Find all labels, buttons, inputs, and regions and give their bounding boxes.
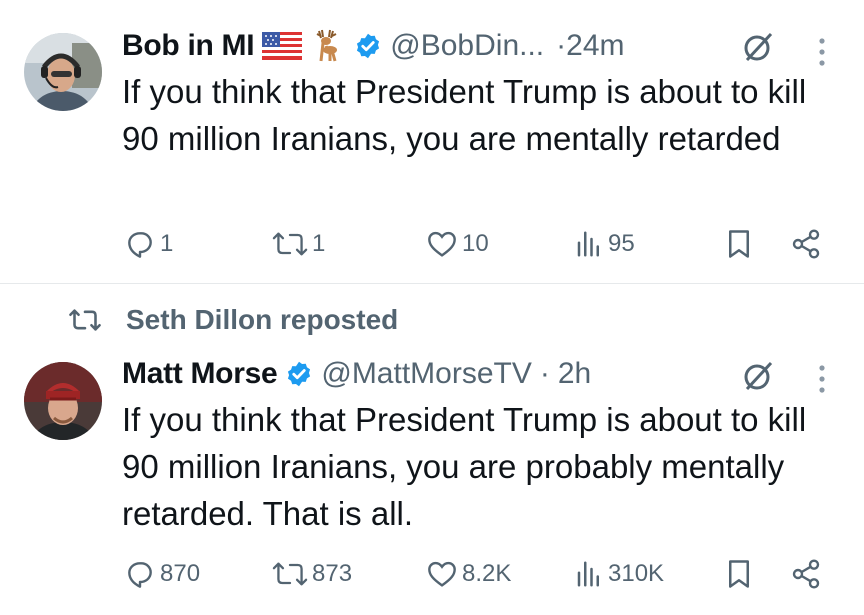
bookmark-icon (729, 230, 749, 258)
tweet-bob[interactable]: Bob in MI @BobDin... · 24m If you think … (0, 0, 864, 284)
action-bar: 1 1 10 95 (0, 224, 864, 264)
repost-button[interactable]: 1 (272, 224, 325, 264)
more-icon[interactable] (817, 37, 827, 67)
views-icon (577, 231, 599, 257)
reply-button[interactable]: 1 (124, 224, 173, 264)
views-icon (577, 561, 599, 587)
display-name[interactable]: Bob in MI (122, 29, 255, 63)
tweet-header: Matt Morse @MattMorseTV · 2h (122, 354, 822, 394)
share-button[interactable] (790, 224, 822, 264)
display-name[interactable]: Matt Morse (122, 357, 278, 391)
like-count: 10 (462, 230, 489, 257)
views-button[interactable]: 310K (574, 554, 664, 594)
handle[interactable]: @MattMorseTV (321, 357, 531, 391)
timestamp[interactable]: 24m (566, 29, 624, 63)
verified-badge-icon (288, 361, 311, 387)
avatar-bob[interactable] (24, 33, 102, 111)
verified-badge-icon (357, 33, 380, 59)
view-count: 95 (608, 230, 635, 257)
grok-icon[interactable] (741, 359, 775, 393)
action-bar: 870 873 8.2K 310K (0, 554, 864, 594)
tweet-header: Bob in MI @BobDin... · 24m (122, 26, 822, 66)
reply-icon (128, 232, 152, 258)
separator-dot: · (539, 357, 550, 390)
like-button[interactable]: 8.2K (426, 554, 511, 594)
repost-label: Seth Dillon reposted (126, 304, 399, 335)
repost-icon (69, 309, 101, 331)
deer-icon (310, 28, 346, 64)
repost-button[interactable]: 873 (272, 554, 352, 594)
grok-icon[interactable] (741, 30, 775, 64)
reply-icon (128, 562, 152, 588)
avatar-matt[interactable] (24, 362, 102, 440)
separator-dot: · (556, 29, 567, 62)
reply-count: 870 (160, 560, 201, 587)
bookmark-icon (729, 560, 749, 588)
tweet-text: If you think that President Trump is abo… (122, 73, 807, 157)
repost-count: 873 (312, 560, 353, 587)
bookmark-button[interactable] (724, 224, 754, 264)
reply-count: 1 (160, 230, 174, 257)
view-count: 310K (608, 560, 665, 587)
us-flag-icon (262, 32, 303, 60)
timestamp[interactable]: 2h (558, 357, 591, 391)
tweet-text: If you think that President Trump is abo… (122, 401, 807, 532)
more-icon[interactable] (817, 364, 827, 394)
handle[interactable]: @BobDin... (390, 29, 544, 63)
views-button[interactable]: 95 (574, 224, 635, 264)
share-button[interactable] (790, 554, 822, 594)
repost-count: 1 (312, 230, 326, 257)
repost-icon (272, 232, 308, 256)
bookmark-button[interactable] (724, 554, 754, 594)
like-count: 8.2K (462, 560, 512, 587)
like-icon (428, 561, 456, 587)
like-button[interactable]: 10 (426, 224, 489, 264)
share-icon (792, 229, 820, 259)
reply-button[interactable]: 870 (124, 554, 200, 594)
repost-context[interactable]: Seth Dillon reposted (68, 300, 398, 340)
share-icon (792, 559, 820, 589)
repost-icon (272, 562, 308, 586)
like-icon (428, 231, 456, 257)
